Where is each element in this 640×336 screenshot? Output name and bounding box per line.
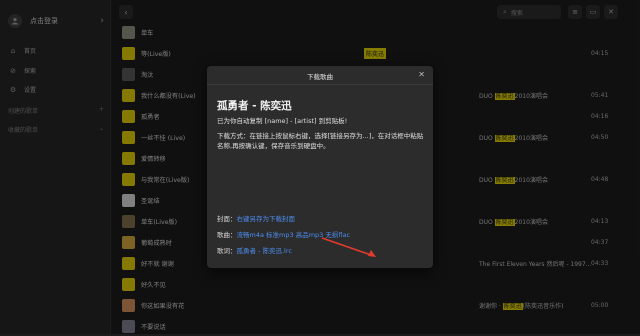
cover-label: 封面： bbox=[217, 215, 237, 223]
cover-download-link[interactable]: 右键另存为下载封面 bbox=[237, 215, 296, 223]
download-instructions: 下载方式：在链接上按鼠标右键，选择[链接另存为...]，在对话框中粘贴名称,再按… bbox=[217, 132, 424, 150]
song-label: 歌曲： bbox=[217, 231, 237, 239]
lyrics-download-link[interactable]: 孤勇者 - 陈奕迅.lrc bbox=[237, 247, 292, 255]
dialog-header: 下载歌曲 ✕ bbox=[207, 66, 433, 85]
link-m4a[interactable]: 流畅m4a bbox=[237, 231, 264, 239]
dialog-title: 下载歌曲 bbox=[307, 73, 333, 81]
link-standard-mp3[interactable]: 标准mp3 bbox=[266, 231, 294, 239]
song-row: 歌曲：流畅m4a 标准mp3 高品mp3 无损flac bbox=[217, 230, 427, 240]
link-high-mp3[interactable]: 高品mp3 bbox=[296, 231, 324, 239]
auto-copy-note: 已为你自动复制 [name] - [artist] 到剪贴板! bbox=[217, 117, 348, 125]
dialog-song-name: 孤勇者 - 陈奕迅 bbox=[217, 100, 292, 112]
lyrics-row: 歌词：孤勇者 - 陈奕迅.lrc bbox=[217, 246, 427, 256]
cover-row: 封面：右键另存为下载封面 bbox=[217, 214, 427, 224]
lyrics-label: 歌词： bbox=[217, 247, 237, 255]
download-dialog: 下载歌曲 ✕ 孤勇者 - 陈奕迅 已为你自动复制 [name] - [artis… bbox=[207, 66, 433, 268]
link-flac[interactable]: 无损flac bbox=[325, 231, 350, 239]
close-icon[interactable]: ✕ bbox=[418, 70, 425, 79]
